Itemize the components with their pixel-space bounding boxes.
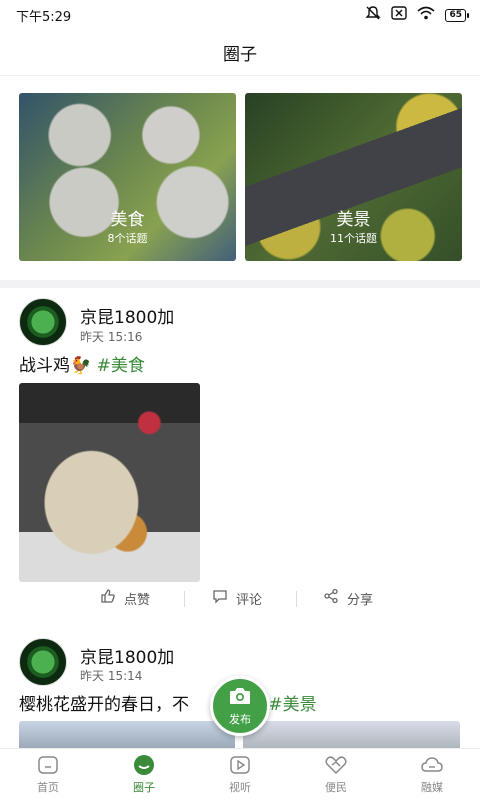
post-photo[interactable] xyxy=(243,721,460,749)
thumbs-up-icon xyxy=(100,588,116,608)
tab-circle[interactable]: 圈子 xyxy=(96,749,192,800)
section-divider xyxy=(0,280,480,288)
share-button[interactable]: 分享 xyxy=(323,588,373,608)
like-button[interactable]: 点赞 xyxy=(100,588,150,608)
status-icons: 65 xyxy=(365,5,469,25)
topic-count: 8个话题 xyxy=(107,232,148,245)
comment-button[interactable]: 评论 xyxy=(212,588,262,608)
cloud-icon xyxy=(420,754,444,776)
tab-media[interactable]: 视听 xyxy=(192,749,288,800)
topic-title: 美食 xyxy=(110,210,145,230)
post-time: 昨天 15:14 xyxy=(80,669,143,683)
topic-card-scenery[interactable]: 美景 11个话题 xyxy=(245,93,462,261)
comment-label: 评论 xyxy=(236,592,263,608)
status-time: 下午5:29 xyxy=(16,9,72,25)
tab-label: 便民 xyxy=(325,781,347,794)
publish-button[interactable]: 发布 xyxy=(210,676,270,736)
avatar[interactable] xyxy=(19,298,67,346)
camera-icon xyxy=(228,686,252,710)
action-divider xyxy=(296,591,297,607)
post-hashtag[interactable]: #美食 xyxy=(97,356,145,376)
tab-label: 融媒 xyxy=(421,781,443,794)
publish-label: 发布 xyxy=(229,712,251,726)
mute-icon xyxy=(365,5,382,25)
wifi-icon xyxy=(417,6,435,24)
avatar[interactable] xyxy=(19,638,67,686)
action-divider xyxy=(184,591,185,607)
tab-label: 视听 xyxy=(229,781,251,794)
post-text: 樱桃花盛开的春日，不费。 #美景 xyxy=(19,690,317,715)
handshake-icon xyxy=(324,754,348,776)
post-body: 樱桃花盛开的春日，不 xyxy=(19,695,189,715)
topic-title: 美景 xyxy=(336,210,371,230)
tab-label: 圈子 xyxy=(133,781,155,794)
post-body: 战斗鸡🐓 xyxy=(19,356,92,376)
sim-icon xyxy=(391,6,408,24)
share-label: 分享 xyxy=(347,592,374,608)
tab-fusion-media[interactable]: 融媒 xyxy=(384,749,480,800)
post-actions: 点赞 评论 分享 xyxy=(0,588,480,610)
post-hashtag[interactable]: #美景 xyxy=(268,695,316,715)
tab-home[interactable]: 首页 xyxy=(0,749,96,800)
page-title: 圈子 xyxy=(0,30,480,76)
post-time: 昨天 15:16 xyxy=(80,330,143,344)
bottom-tab-bar: 首页 圈子 视听 便民 融媒 xyxy=(0,748,480,800)
topic-card-food[interactable]: 美食 8个话题 xyxy=(19,93,236,261)
post-author[interactable]: 京昆1800加 xyxy=(80,643,174,668)
like-label: 点赞 xyxy=(124,592,151,608)
comment-icon xyxy=(212,588,228,608)
circle-chat-icon xyxy=(132,754,156,776)
post-photo[interactable] xyxy=(19,721,235,749)
play-icon xyxy=(228,754,252,776)
home-icon xyxy=(36,754,60,776)
tab-label: 首页 xyxy=(37,781,59,794)
topic-grid: 美食 8个话题 美景 11个话题 xyxy=(19,93,462,261)
post-text: 战斗鸡🐓 #美食 xyxy=(19,351,145,376)
post-photo[interactable] xyxy=(19,383,200,582)
topic-count: 11个话题 xyxy=(330,232,377,245)
post-author[interactable]: 京昆1800加 xyxy=(80,303,174,328)
status-bar: 下午5:29 65 xyxy=(0,0,480,30)
battery-icon: 65 xyxy=(445,8,469,22)
share-icon xyxy=(323,588,339,608)
tab-services[interactable]: 便民 xyxy=(288,749,384,800)
